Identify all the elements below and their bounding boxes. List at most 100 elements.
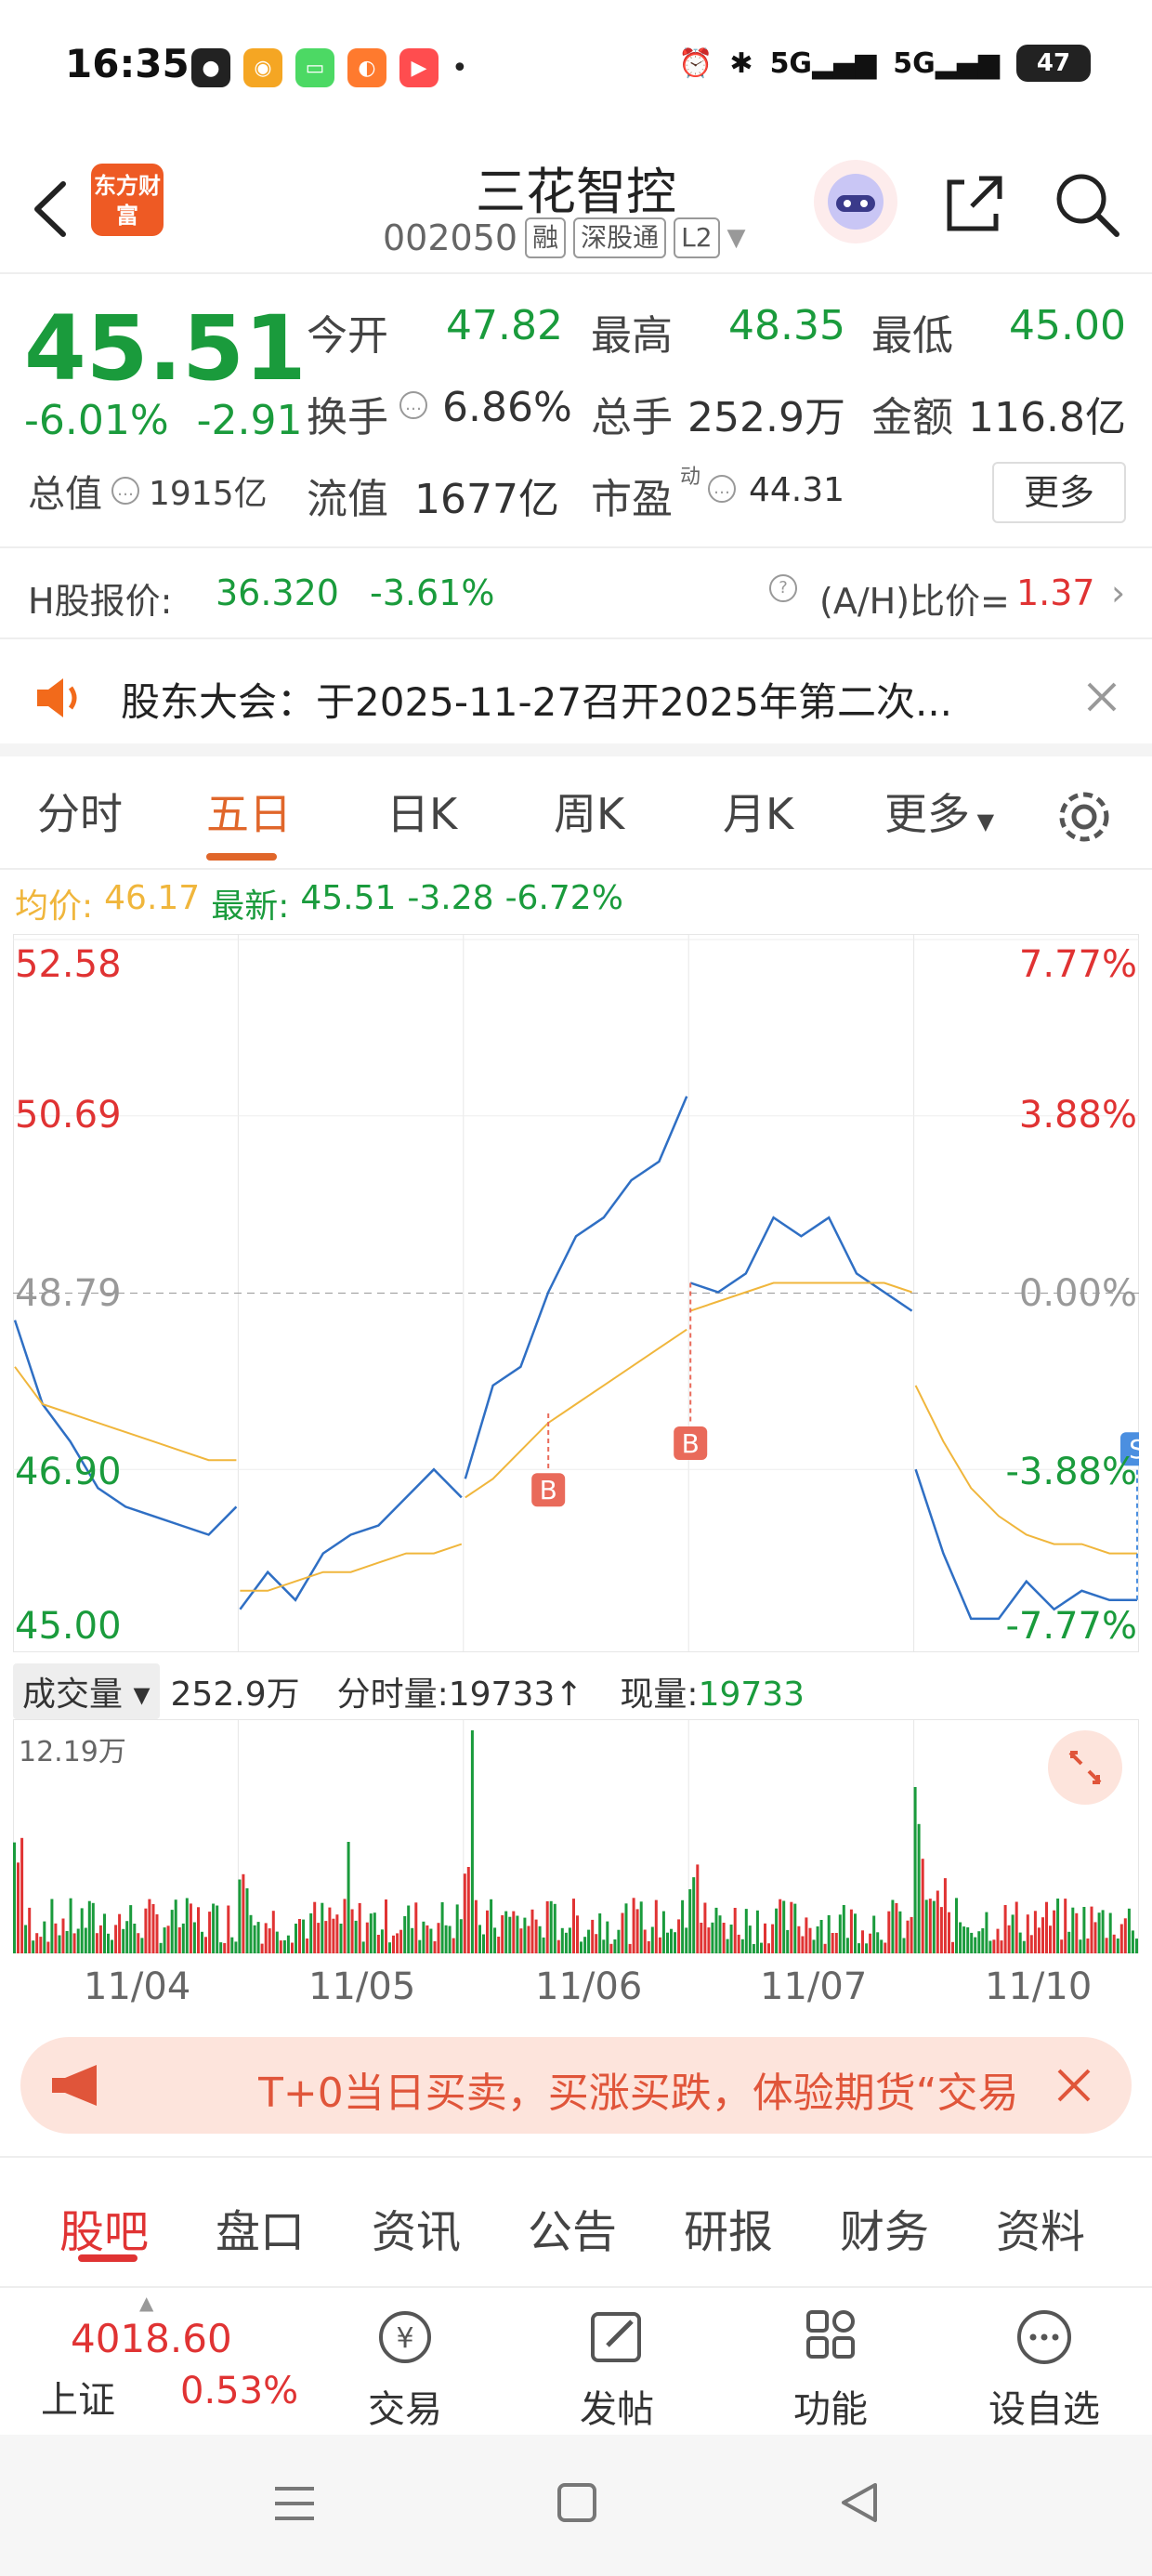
volume-bar	[583, 1937, 587, 1953]
notice-bar[interactable]: 股东大会：于2025-11-27召开2025年第二次...	[0, 641, 1152, 756]
tab-news[interactable]: 资讯	[372, 2195, 461, 2260]
volume-bar	[111, 1939, 113, 1953]
volume-bar	[1101, 1910, 1105, 1953]
h-share-row[interactable]: H股报价: 36.320 -3.61% ? (A/H)比价= 1.37 ›	[0, 546, 1152, 639]
volume-bar	[155, 1914, 159, 1953]
volume-bar	[174, 1899, 177, 1953]
volume-bar	[24, 1925, 28, 1953]
volume-bar	[512, 1911, 516, 1953]
volume-info-row: 成交量 ▾ 252.9万 分时量:19733↑ 现量:19733	[13, 1663, 805, 1719]
tab-finance[interactable]: 财务	[840, 2195, 929, 2260]
y-tick-left: 52.58	[15, 943, 122, 986]
tab-intraday[interactable]: 分时	[37, 781, 123, 842]
volume-bar	[628, 1943, 632, 1953]
volume-bar	[440, 1902, 444, 1953]
x-tick-date: 11/10	[985, 1965, 1093, 2008]
volume-bar	[181, 1923, 185, 1953]
more-circle-icon	[1017, 2310, 1071, 2364]
share-icon[interactable]	[936, 167, 1011, 242]
menu-icon[interactable]	[271, 2483, 318, 2524]
volume-bar	[497, 1937, 501, 1953]
close-icon[interactable]	[1083, 678, 1120, 716]
y-tick-right: 0.00%	[1018, 1272, 1137, 1315]
info-icon[interactable]: …	[399, 391, 427, 419]
stock-code: 002050	[383, 217, 518, 258]
info-icon[interactable]: …	[708, 475, 736, 503]
volume-bar	[786, 1929, 790, 1953]
y-tick-right: 7.77%	[1018, 943, 1137, 986]
high-label: 最高	[591, 312, 673, 360]
volume-bar	[50, 1899, 54, 1953]
volume-bar	[981, 1928, 985, 1953]
volume-bar	[962, 1926, 966, 1953]
settings-gear-icon[interactable]	[1054, 786, 1115, 848]
home-icon[interactable]	[556, 2481, 598, 2524]
tab-guba[interactable]: 股吧	[59, 2195, 149, 2260]
nav-functions-label: 功能	[793, 2388, 868, 2431]
stock-code-row[interactable]: 002050 融 深股通 L2 ▼	[383, 217, 746, 258]
volume-bar	[137, 1933, 140, 1953]
volume-bar	[264, 1923, 268, 1953]
volume-bar	[670, 1928, 673, 1953]
more-button[interactable]: 更多	[992, 462, 1126, 523]
close-icon[interactable]	[1055, 2067, 1093, 2104]
volume-bar	[1067, 1931, 1071, 1953]
volume-bar	[696, 1864, 700, 1953]
volume-bar	[572, 1899, 575, 1953]
volume-bar	[321, 1902, 324, 1953]
tab-profile[interactable]: 资料	[996, 2195, 1085, 2260]
volume-bar	[936, 1890, 939, 1953]
volume-bar	[782, 1900, 786, 1953]
volume-bar	[1082, 1907, 1086, 1953]
tab-daily-k[interactable]: 日K	[386, 781, 457, 842]
volume-bar	[737, 1934, 740, 1953]
volume-bar	[302, 1919, 306, 1953]
indicator-selector[interactable]: 成交量 ▾	[13, 1663, 160, 1719]
volume-bar	[163, 1927, 166, 1953]
volume-bar	[598, 1913, 602, 1953]
volume-bar	[1060, 1939, 1064, 1953]
volume-bar	[1105, 1938, 1108, 1953]
volume-bar	[549, 1900, 553, 1953]
high-value: 48.35	[728, 302, 845, 349]
speaker-icon	[37, 678, 77, 717]
volume-bar	[46, 1941, 50, 1953]
nav-trade[interactable]: ¥ 交易	[340, 2305, 470, 2433]
tab-announcements[interactable]: 公告	[528, 2195, 617, 2260]
volume-bar	[898, 1911, 902, 1953]
search-icon[interactable]	[1048, 165, 1126, 243]
tab-five-day[interactable]: 五日	[206, 781, 292, 842]
tab-monthly-k[interactable]: 月K	[723, 781, 793, 842]
info-icon[interactable]: …	[111, 477, 139, 505]
volume-bar	[988, 1940, 992, 1953]
volume-bar	[985, 1912, 988, 1953]
nav-add-watchlist[interactable]: 设自选	[979, 2305, 1109, 2433]
x-tick-date: 11/05	[308, 1965, 416, 2008]
tab-more[interactable]: 更多 ▼	[884, 781, 994, 842]
promo-banner[interactable]: T+0当日买卖，买涨买跌，体验期货“交易	[20, 2037, 1132, 2134]
nav-functions[interactable]: 功能	[766, 2305, 896, 2433]
tab-weekly-k[interactable]: 周K	[554, 781, 624, 842]
volume-chart[interactable]: 12.19万	[13, 1719, 1139, 1953]
volume-bar	[992, 1939, 996, 1953]
assistant-robot-icon[interactable]	[814, 160, 897, 243]
mktcap-label: 总值	[28, 473, 102, 516]
volume-bar	[133, 1924, 137, 1953]
volume-bar	[711, 1922, 714, 1953]
price-chart[interactable]: BBS 52.58 50.69 48.79 46.90 45.00 7.77% …	[13, 934, 1152, 1652]
volume-bar	[797, 1925, 801, 1953]
tab-research[interactable]: 研报	[684, 2195, 773, 2260]
help-icon[interactable]: ?	[769, 574, 797, 602]
tab-pankou[interactable]: 盘口	[216, 2195, 305, 2260]
nav-post[interactable]: 发帖	[552, 2305, 682, 2433]
volume-bar	[643, 1929, 647, 1953]
marker-label: B	[682, 1428, 700, 1459]
volume-bar	[703, 1902, 707, 1953]
volume-bar	[876, 1932, 880, 1953]
expand-icon[interactable]	[1048, 1730, 1122, 1805]
volume-bar	[1093, 1922, 1097, 1953]
dropdown-icon: ▼	[727, 224, 746, 252]
index-pct: 0.53%	[180, 2370, 299, 2412]
back-nav-icon[interactable]	[838, 2481, 881, 2524]
volume-bar	[771, 1924, 775, 1953]
